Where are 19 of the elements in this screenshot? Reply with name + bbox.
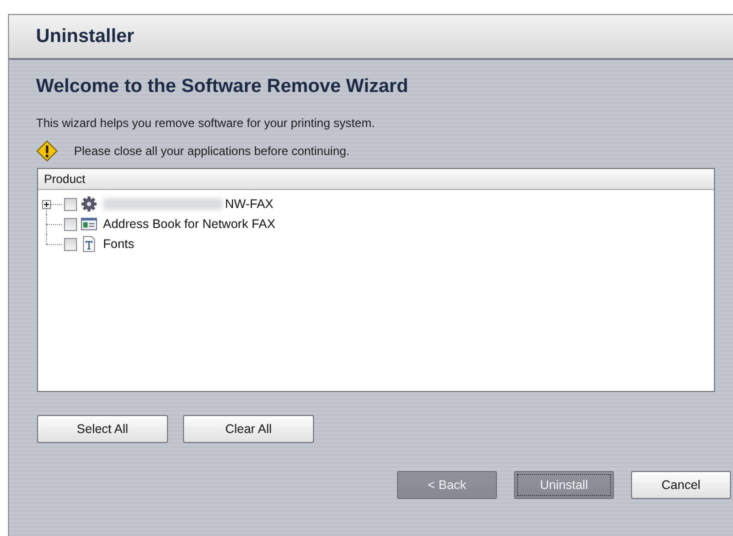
window-title: Uninstaller [36, 26, 134, 48]
warning-icon [36, 140, 58, 162]
checkbox[interactable] [64, 218, 77, 230]
expand-toggle[interactable] [42, 200, 51, 209]
warning-text: Please close all your applications before continuing. [74, 144, 350, 158]
intro-text: This wizard helps you remove software for your printing system. [36, 116, 376, 130]
checkbox[interactable] [64, 198, 77, 210]
nav-button[interactable]: Cancel [631, 471, 731, 499]
gear-icon [81, 196, 97, 212]
column-header[interactable]: Product [38, 169, 714, 190]
list-button[interactable]: Clear All [183, 415, 314, 443]
list-button[interactable]: Select All [37, 415, 168, 443]
product-name[interactable]: Fonts [103, 237, 134, 251]
product-name[interactable]: NW-FAX [225, 197, 274, 211]
address-card-icon [81, 216, 97, 232]
wizard-heading: Welcome to the Software Remove Wizard [36, 76, 410, 98]
checkbox[interactable] [64, 238, 77, 250]
font-file-icon [81, 236, 97, 252]
product-name[interactable]: Address Book for Network FAX [103, 217, 276, 231]
